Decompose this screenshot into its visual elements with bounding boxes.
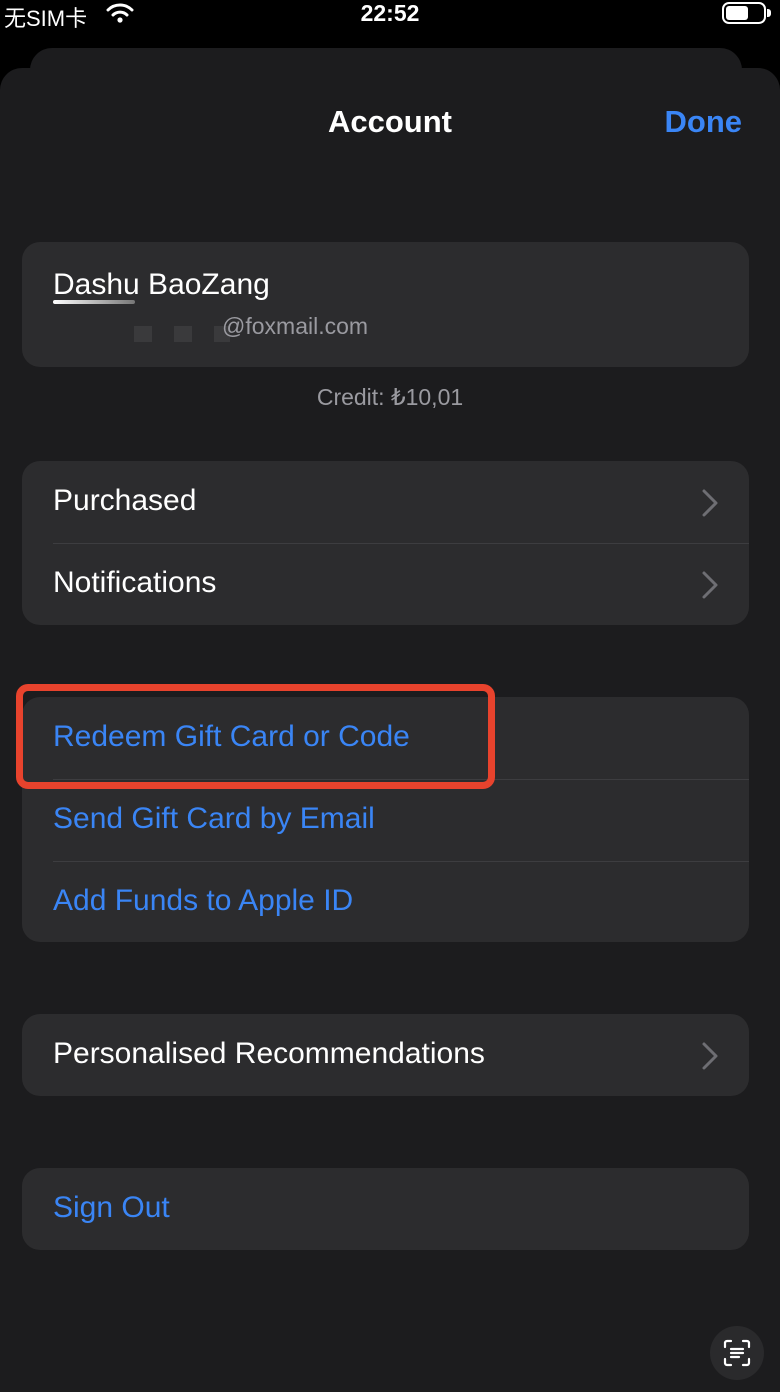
send-gift-card-row[interactable]: Send Gift Card by Email [22,779,749,861]
account-group-purchases: Purchased Notifications [22,461,749,625]
live-text-button[interactable] [710,1326,764,1380]
done-button[interactable]: Done [665,104,743,140]
row-label: Personalised Recommendations [53,1037,485,1070]
battery-icon [722,2,771,24]
row-label: Sign Out [53,1191,170,1224]
sign-out-group: Sign Out [22,1168,749,1250]
row-label: Send Gift Card by Email [53,802,375,835]
page-title: Account [328,104,452,139]
add-funds-row[interactable]: Add Funds to Apple ID [22,861,749,942]
row-label: Notifications [53,566,217,599]
screen: 无SIM卡 22:52 Account Done Dashu BaoZang @… [0,0,780,1392]
row-label: Purchased [53,484,197,517]
sign-out-button[interactable]: Sign Out [22,1168,749,1250]
notifications-row[interactable]: Notifications [22,543,749,625]
redaction-mark [53,300,135,304]
account-group-recommendations: Personalised Recommendations [22,1014,749,1096]
row-label: Add Funds to Apple ID [53,884,354,917]
highlight-annotation [16,684,495,789]
redaction-mark [174,326,192,342]
chevron-right-icon [702,571,718,599]
profile-name: Dashu BaoZang [53,268,270,301]
status-bar: 无SIM卡 22:52 [0,0,780,34]
chevron-right-icon [702,1042,718,1070]
purchased-row[interactable]: Purchased [22,461,749,543]
personalised-recommendations-row[interactable]: Personalised Recommendations [22,1014,749,1096]
text-scan-icon [723,1339,751,1367]
credit-balance: Credit: ₺10,01 [316,384,464,410]
chevron-right-icon [702,489,718,517]
profile-card[interactable]: Dashu BaoZang @foxmail.com [22,242,749,367]
status-time: 22:52 [360,0,420,26]
redaction-mark [134,326,152,342]
profile-email: @foxmail.com [222,313,369,339]
